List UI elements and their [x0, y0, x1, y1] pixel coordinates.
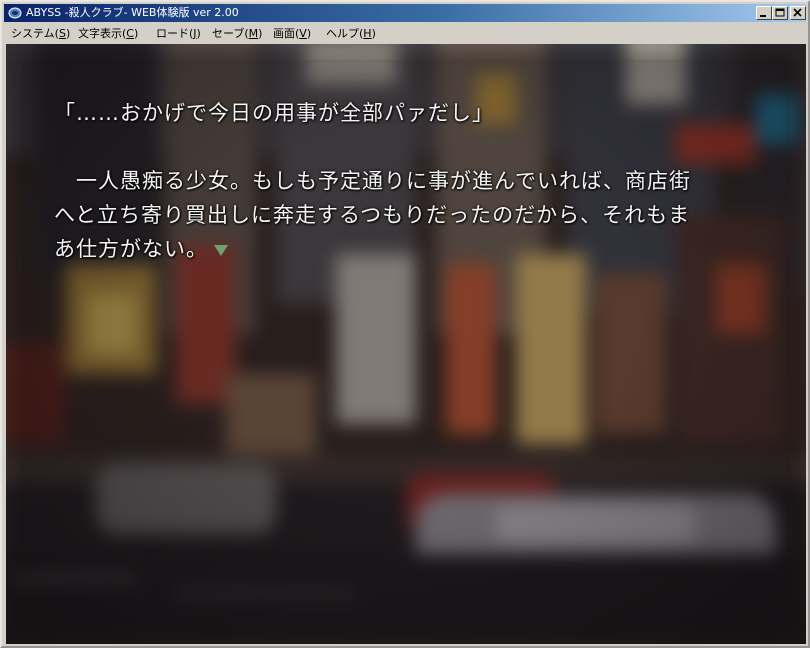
menu-load[interactable]: ロード(J) — [156, 25, 201, 41]
window-title: ABYSS -殺人クラブ- WEB体験版 ver 2.00 — [26, 6, 239, 19]
maximize-button[interactable] — [772, 6, 788, 20]
close-icon — [793, 8, 802, 17]
message-line-narration-2: へと立ち寄り買出しに奔走するつもりだったのだから、それもま — [54, 203, 691, 227]
game-window: ABYSS -殺人クラブ- WEB体験版 ver 2.00 システム(S) 文字… — [0, 0, 810, 648]
menu-save-label: セーブ — [212, 27, 245, 40]
message-line-dialogue: 「……おかげで今日の用事が全部パァだし」 — [54, 101, 494, 125]
menu-load-key: J — [193, 27, 197, 40]
title-bar[interactable]: ABYSS -殺人クラブ- WEB体験版 ver 2.00 — [4, 4, 806, 22]
menu-help-key: H — [363, 27, 372, 40]
menu-save-key: M — [248, 27, 259, 40]
menu-screen-label: 画面 — [273, 27, 295, 40]
minimize-icon — [760, 15, 766, 17]
menu-help[interactable]: ヘルプ(H) — [326, 25, 376, 41]
close-button[interactable] — [790, 6, 806, 20]
menu-help-label: ヘルプ — [326, 27, 359, 40]
message-line-narration-3: あ仕方がない。 — [54, 232, 774, 266]
message-line-narration-3-text: あ仕方がない。 — [54, 237, 208, 261]
menu-system[interactable]: システム(S) — [11, 25, 70, 41]
maximize-icon — [775, 8, 785, 17]
menu-text-display[interactable]: 文字表示(C) — [78, 25, 138, 41]
menu-system-label: システム — [11, 27, 55, 40]
menu-save[interactable]: セーブ(M) — [212, 25, 262, 41]
message-text[interactable]: 「……おかげで今日の用事が全部パァだし」 一人愚痴る少女。もしも予定通りに事が進… — [54, 96, 774, 266]
minimize-button[interactable] — [756, 6, 772, 20]
page-advance-triangle-icon — [214, 244, 228, 256]
menu-bar: システム(S) 文字表示(C) ロード(J) セーブ(M) 画面(V) ヘルプ(… — [4, 23, 806, 42]
menu-text-display-label: 文字表示 — [78, 27, 122, 40]
menu-load-label: ロード — [156, 27, 189, 40]
menu-text-display-key: C — [126, 27, 134, 40]
app-icon[interactable] — [8, 6, 22, 20]
menu-system-key: S — [58, 27, 66, 40]
message-line-narration-1: 一人愚痴る少女。もしも予定通りに事が進んでいれば、商店街 — [54, 169, 691, 193]
game-screen[interactable]: 「……おかげで今日の用事が全部パァだし」 一人愚痴る少女。もしも予定通りに事が進… — [6, 44, 806, 644]
menu-screen-key: V — [299, 27, 307, 40]
menu-screen[interactable]: 画面(V) — [273, 25, 311, 41]
